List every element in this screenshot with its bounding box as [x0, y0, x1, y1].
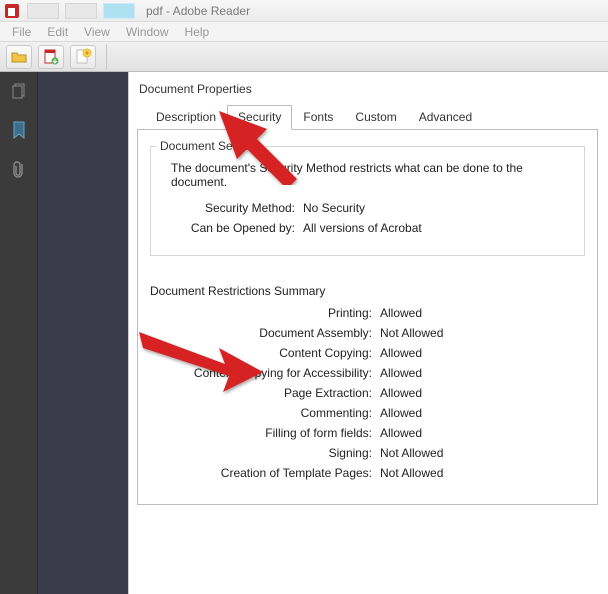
bookmark-icon[interactable] [11, 120, 27, 140]
tab-body: Document Security The document's Securit… [137, 129, 598, 505]
restriction-label: Document Assembly: [150, 326, 380, 340]
restriction-value: Allowed [380, 386, 422, 400]
attachment-icon[interactable] [11, 160, 27, 180]
restriction-row: Page Extraction:Allowed [150, 386, 585, 400]
tab-custom[interactable]: Custom [344, 105, 407, 130]
restriction-row: Creation of Template Pages:Not Allowed [150, 466, 585, 480]
tab-fonts[interactable]: Fonts [292, 105, 344, 130]
toolbar-divider [106, 44, 107, 70]
restriction-label: Commenting: [150, 406, 380, 420]
restriction-value: Not Allowed [380, 466, 443, 480]
opened-by-label: Can be Opened by: [163, 221, 303, 235]
dialog-title: Document Properties [137, 78, 598, 104]
restriction-row: Commenting:Allowed [150, 406, 585, 420]
restriction-label: Creation of Template Pages: [150, 466, 380, 480]
restriction-row: Document Assembly:Not Allowed [150, 326, 585, 340]
menu-view[interactable]: View [76, 23, 118, 41]
title-bar: pdf - Adobe Reader [0, 0, 608, 22]
pages-icon[interactable] [10, 82, 28, 100]
restriction-value: Allowed [380, 426, 422, 440]
restriction-row: Filling of form fields:Allowed [150, 426, 585, 440]
restriction-value: Allowed [380, 306, 422, 320]
restriction-value: Allowed [380, 366, 422, 380]
restriction-label: Content Copying for Accessibility: [150, 366, 380, 380]
restriction-label: Printing: [150, 306, 380, 320]
restriction-label: Signing: [150, 446, 380, 460]
open-button[interactable] [6, 45, 32, 69]
window-thumb-active [103, 3, 135, 19]
restriction-label: Content Copying: [150, 346, 380, 360]
app-icon [4, 3, 20, 19]
restriction-label: Filling of form fields: [150, 426, 380, 440]
restriction-value: Not Allowed [380, 326, 443, 340]
tab-security[interactable]: Security [227, 105, 292, 130]
side-panel [0, 72, 38, 594]
security-description: The document's Security Method restricts… [171, 161, 572, 189]
restriction-label: Page Extraction: [150, 386, 380, 400]
new-document-button[interactable] [70, 45, 96, 69]
menu-bar: File Edit View Window Help [0, 22, 608, 42]
restriction-row: Content Copying:Allowed [150, 346, 585, 360]
security-method-label: Security Method: [163, 201, 303, 215]
restriction-row: Printing:Allowed [150, 306, 585, 320]
restriction-value: Allowed [380, 346, 422, 360]
restrictions-list: Printing:AllowedDocument Assembly:Not Al… [150, 306, 585, 480]
window-thumb [65, 3, 97, 19]
group-label-security: Document Security [156, 139, 265, 153]
security-method-value: No Security [303, 201, 365, 215]
restriction-value: Not Allowed [380, 446, 443, 460]
restriction-row: Content Copying for Accessibility:Allowe… [150, 366, 585, 380]
menu-window[interactable]: Window [118, 23, 177, 41]
restrictions-title: Document Restrictions Summary [150, 284, 585, 298]
menu-file[interactable]: File [4, 23, 39, 41]
window-title: pdf - Adobe Reader [146, 4, 250, 18]
restriction-value: Allowed [380, 406, 422, 420]
dialog-tabs: Description Security Fonts Custom Advanc… [145, 105, 598, 130]
opened-by-value: All versions of Acrobat [303, 221, 422, 235]
menu-help[interactable]: Help [177, 23, 218, 41]
restriction-row: Signing:Not Allowed [150, 446, 585, 460]
save-pdf-button[interactable] [38, 45, 64, 69]
document-security-group: The document's Security Method restricts… [150, 146, 585, 256]
tab-advanced[interactable]: Advanced [408, 105, 483, 130]
window-thumb [27, 3, 59, 19]
tab-description[interactable]: Description [145, 105, 227, 130]
document-properties-dialog: Document Properties Description Security… [128, 72, 608, 594]
menu-edit[interactable]: Edit [39, 23, 76, 41]
toolbar [0, 42, 608, 72]
document-area [38, 72, 128, 594]
